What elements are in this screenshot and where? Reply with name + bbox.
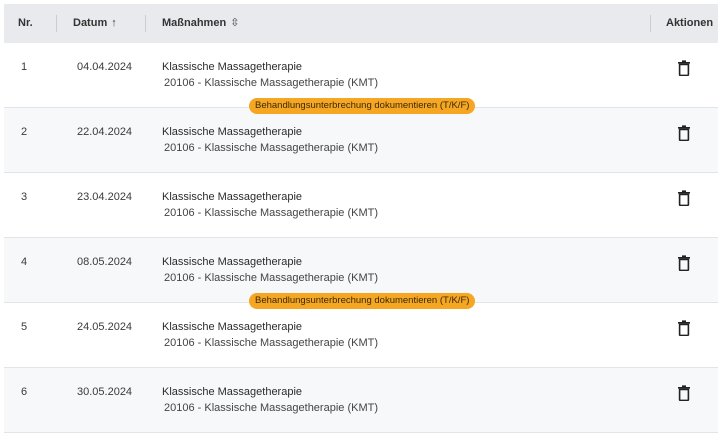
trash-icon[interactable] <box>677 385 691 402</box>
table-header: Nr. Datum ↑ Maßnahmen ⇳ Aktionen <box>4 4 718 43</box>
sort-icon: ⇳ <box>230 17 240 29</box>
trash-icon[interactable] <box>677 60 691 77</box>
massnahme-title: Klassische Massagetherapie <box>162 126 303 138</box>
column-header-aktionen: Aktionen <box>666 17 714 29</box>
massnahme-title: Klassische Massagetherapie <box>162 191 303 203</box>
row-number: 1 <box>21 61 28 73</box>
row-date: 23.04.2024 <box>77 191 133 203</box>
row-massnahme: Klassische Massagetherapie 20106 - Klass… <box>162 60 378 90</box>
trash-icon[interactable] <box>677 320 691 337</box>
column-divider <box>56 15 57 32</box>
row-number: 2 <box>21 126 28 138</box>
column-header-nr: Nr. <box>18 17 33 29</box>
trash-icon[interactable] <box>677 190 691 207</box>
column-divider <box>145 15 146 32</box>
massnahme-code: 20106 - Klassische Massagetherapie (KMT) <box>164 337 378 349</box>
row-massnahme: Klassische Massagetherapie 20106 - Klass… <box>162 190 378 220</box>
status-badge: Behandlungsunterbrechung dokumentieren (… <box>249 293 476 309</box>
massnahme-title: Klassische Massagetherapie <box>162 256 303 268</box>
row-date: 22.04.2024 <box>77 126 133 138</box>
row-massnahme: Klassische Massagetherapie 20106 - Klass… <box>162 320 378 350</box>
arrow-up-icon: ↑ <box>111 17 117 29</box>
treatment-table: Nr. Datum ↑ Maßnahmen ⇳ Aktionen 1 04.04.2… <box>4 4 718 433</box>
row-massnahme: Klassische Massagetherapie 20106 - Klass… <box>162 385 378 415</box>
row-number: 5 <box>21 321 28 333</box>
massnahme-code: 20106 - Klassische Massagetherapie (KMT) <box>164 77 378 89</box>
massnahmen-header-label: Maßnahmen <box>162 17 227 29</box>
massnahme-code: 20106 - Klassische Massagetherapie (KMT) <box>164 207 378 219</box>
row-date: 30.05.2024 <box>77 386 133 398</box>
table-row: 5 24.05.2024 Klassische Massagetherapie … <box>4 293 718 368</box>
column-divider <box>650 15 651 32</box>
row-massnahme: Klassische Massagetherapie 20106 - Klass… <box>162 125 378 155</box>
row-massnahme: Klassische Massagetherapie 20106 - Klass… <box>162 255 378 285</box>
status-badge: Behandlungsunterbrechung dokumentieren (… <box>249 98 476 114</box>
datum-header-label: Datum <box>73 17 108 29</box>
massnahme-title: Klassische Massagetherapie <box>162 386 303 398</box>
table-row: 3 23.04.2024 Klassische Massagetherapie … <box>4 173 718 238</box>
trash-icon[interactable] <box>677 125 691 142</box>
table-row: 2 22.04.2024 Klassische Massagetherapie … <box>4 98 718 173</box>
row-number: 4 <box>21 256 28 268</box>
row-number: 6 <box>21 386 28 398</box>
trash-icon[interactable] <box>677 255 691 272</box>
row-date: 24.05.2024 <box>77 321 133 333</box>
row-date: 08.05.2024 <box>77 256 133 268</box>
massnahme-code: 20106 - Klassische Massagetherapie (KMT) <box>164 272 378 284</box>
column-header-massnahmen[interactable]: Maßnahmen ⇳ <box>162 4 239 43</box>
row-date: 04.04.2024 <box>77 61 133 73</box>
column-header-datum[interactable]: Datum ↑ <box>73 4 117 43</box>
massnahme-title: Klassische Massagetherapie <box>162 61 303 73</box>
table-row: 6 30.05.2024 Klassische Massagetherapie … <box>4 368 718 433</box>
row-number: 3 <box>21 191 28 203</box>
massnahme-code: 20106 - Klassische Massagetherapie (KMT) <box>164 142 378 154</box>
massnahme-title: Klassische Massagetherapie <box>162 321 303 333</box>
massnahme-code: 20106 - Klassische Massagetherapie (KMT) <box>164 402 378 414</box>
table-body: 1 04.04.2024 Klassische Massagetherapie … <box>4 43 718 433</box>
